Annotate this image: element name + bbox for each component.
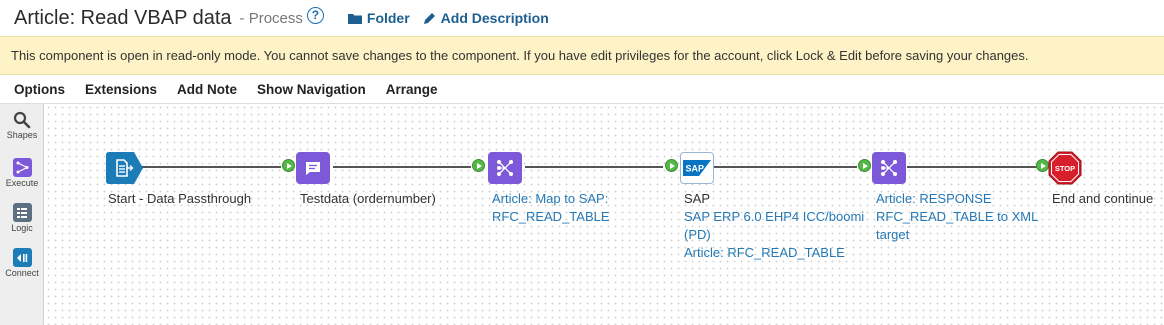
sap-logo-icon: SAP <box>683 160 711 176</box>
stop-shape-label: End and continue <box>1052 190 1153 208</box>
banner-message: This component is open in read-only mode… <box>11 48 1029 63</box>
menu-show-navigation[interactable]: Show Navigation <box>257 82 366 97</box>
stop-shape[interactable]: STOP <box>1048 151 1082 185</box>
page-title: Article: Read VBAP data <box>14 6 232 29</box>
map-shape-line3[interactable]: target <box>876 226 1038 244</box>
start-shape-label: Start - Data Passthrough <box>108 190 251 208</box>
palette-execute-label: Execute <box>5 178 39 188</box>
connector-line <box>525 166 663 168</box>
menu-options[interactable]: Options <box>14 82 65 97</box>
folder-label: Folder <box>366 10 410 26</box>
canvas-menu-bar: Options Extensions Add Note Show Navigat… <box>0 75 1164 104</box>
pencil-icon <box>423 13 435 24</box>
sap-operation-link[interactable]: Article: RFC_READ_TABLE <box>684 244 864 262</box>
palette-shapes-label: Shapes <box>6 130 38 140</box>
message-shape[interactable] <box>296 152 330 184</box>
connector-arrow-icon[interactable] <box>858 159 871 172</box>
map-shape-line2[interactable]: RFC_READ_TABLE <box>492 208 610 226</box>
stop-shape-title: End and continue <box>1052 191 1154 206</box>
help-icon[interactable]: ? <box>306 6 324 24</box>
message-icon <box>306 161 320 175</box>
map-shape[interactable] <box>872 152 906 184</box>
palette-execute[interactable]: Execute <box>0 158 44 188</box>
message-shape-title: Testdata (ordernumber) <box>300 191 436 206</box>
sap-connector-title: SAP <box>684 191 711 206</box>
sap-connection-line2[interactable]: (PD) <box>684 226 864 244</box>
folder-icon <box>347 13 362 24</box>
menu-extensions[interactable]: Extensions <box>85 82 157 97</box>
sap-connector-label[interactable]: SAP SAP ERP 6.0 EHP4 ICC/boomi (PD) Arti… <box>684 190 864 262</box>
start-icon <box>106 152 143 184</box>
map-shape-label[interactable]: Article: Map to SAP: RFC_READ_TABLE <box>492 190 610 226</box>
svg-text:SAP: SAP <box>686 164 705 174</box>
read-only-banner: This component is open in read-only mode… <box>0 36 1164 75</box>
palette-logic-label: Logic <box>11 223 33 233</box>
add-description-link[interactable]: Add Description <box>423 10 549 26</box>
connector-arrow-icon[interactable] <box>472 159 485 172</box>
menu-add-note[interactable]: Add Note <box>177 82 237 97</box>
add-description-label: Add Description <box>440 10 549 26</box>
map-shape-line1[interactable]: Article: Map to SAP: <box>492 190 610 208</box>
logic-icon <box>12 203 32 222</box>
connector-line <box>907 166 1037 168</box>
svg-text:STOP: STOP <box>1055 164 1075 173</box>
palette-connect[interactable]: Connect <box>0 248 44 278</box>
connector-line <box>141 166 281 168</box>
connector-line <box>333 166 471 168</box>
map-icon <box>497 160 513 176</box>
menu-arrange[interactable]: Arrange <box>386 82 438 97</box>
message-shape-label: Testdata (ordernumber) <box>300 190 436 208</box>
execute-icon <box>12 158 32 177</box>
palette-shapes[interactable]: Shapes <box>0 111 44 140</box>
process-canvas[interactable]: Start - Data Passthrough Testdata (order… <box>45 104 1164 325</box>
connector-arrow-icon[interactable] <box>282 159 295 172</box>
map-shape-line1[interactable]: Article: RESPONSE <box>876 190 1038 208</box>
map-shape-label[interactable]: Article: RESPONSE RFC_READ_TABLE to XML … <box>876 190 1038 244</box>
map-shape-line2[interactable]: RFC_READ_TABLE to XML <box>876 208 1038 226</box>
start-shape[interactable] <box>106 152 144 184</box>
connector-arrow-icon[interactable] <box>665 159 678 172</box>
map-icon <box>881 160 897 176</box>
map-shape[interactable] <box>488 152 522 184</box>
page-subtitle: - Process <box>239 9 303 27</box>
palette-connect-label: Connect <box>5 268 39 278</box>
folder-link[interactable]: Folder <box>347 10 410 26</box>
search-icon <box>13 111 31 129</box>
connect-icon <box>12 248 32 267</box>
page-header: Article: Read VBAP data - Process ? Fold… <box>0 0 1164 36</box>
start-shape-title: Start - Data Passthrough <box>108 191 252 206</box>
shape-palette: Shapes Execute Logic Connect <box>0 104 44 325</box>
stop-sign-icon: STOP <box>1048 151 1082 185</box>
palette-logic[interactable]: Logic <box>0 203 44 233</box>
sap-connector-shape[interactable]: SAP <box>680 152 714 184</box>
sap-connection-line1[interactable]: SAP ERP 6.0 EHP4 ICC/boomi <box>684 208 864 226</box>
connector-line <box>713 166 857 168</box>
